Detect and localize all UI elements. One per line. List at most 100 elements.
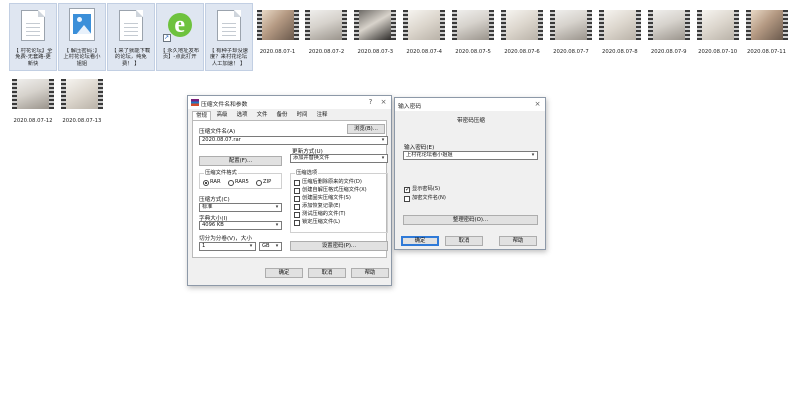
file-label: 2020.08.07-3 — [357, 49, 394, 55]
file-item[interactable]: 【 有种子却没速 度？来村花论坛 人工加速！ 】 — [204, 3, 253, 71]
archive-dialog-titlebar[interactable]: 压缩文件名和参数 ? × — [188, 96, 391, 109]
encrypt-names-checkbox[interactable] — [404, 196, 410, 202]
video-file-item[interactable]: 2020.08.07-9 — [645, 3, 693, 71]
file-label: 【 永久地址发布 页】-点此打开 — [160, 48, 200, 61]
organize-passwords-button[interactable]: 整理密码(O)... — [403, 215, 538, 225]
options-group: 压缩选项 压缩后删除原来的文件(D) 创建自解压格式压缩文件(X) 创建固实压缩… — [290, 170, 388, 233]
video-file-item[interactable]: 2020.08.07-13 — [58, 72, 106, 140]
split-size-value: 1 — [202, 243, 206, 249]
archive-ok-button[interactable]: 确定 — [265, 268, 303, 278]
video-thumbnail-icon — [305, 10, 348, 40]
document-icon — [21, 10, 45, 41]
chevron-down-icon: ▾ — [531, 152, 535, 158]
video-thumbnail-icon — [256, 10, 299, 40]
set-password-button[interactable]: 设置密码(P)... — [290, 241, 388, 251]
video-file-item[interactable]: 2020.08.07-8 — [596, 3, 644, 71]
file-item[interactable]: 【 来了就能下载 的论坛，纯免 费！ 】 — [106, 3, 155, 71]
test-label: 测试压缩的文件(T) — [302, 211, 346, 217]
video-file-item[interactable]: 2020.08.07-5 — [449, 3, 497, 71]
password-field[interactable]: 上村花论坛看小姐姐 ▾ — [403, 151, 538, 160]
video-thumbnail-icon — [12, 79, 54, 109]
file-label: 2020.08.07-6 — [504, 49, 540, 55]
zip-radio[interactable] — [256, 180, 262, 186]
help-icon[interactable]: ? — [365, 97, 376, 107]
archive-help-button[interactable]: 帮助 — [351, 268, 389, 278]
document-icon — [216, 10, 241, 41]
file-label: 2020.08.07-4 — [406, 49, 442, 55]
video-file-item[interactable]: 2020.08.07-4 — [400, 3, 448, 71]
solid-label: 创建固实压缩文件(S) — [302, 195, 351, 201]
video-thumbnail-icon — [354, 10, 397, 40]
file-label: 【 解压密码：】 上村花论坛看小 姐姐 — [63, 48, 101, 67]
tab-time[interactable]: 时间 — [293, 111, 311, 120]
video-thumbnail-icon — [452, 10, 495, 40]
video-file-item[interactable]: 2020.08.07-6 — [498, 3, 546, 71]
split-unit-select[interactable]: GB ▾ — [259, 242, 282, 251]
dict-value: 4096 KB — [202, 222, 224, 228]
tab-advanced[interactable]: 高级 — [213, 111, 231, 120]
rar-radio[interactable] — [203, 180, 209, 186]
video-thumbnail-icon — [647, 10, 690, 40]
video-file-item[interactable]: 2020.08.07-3 — [351, 3, 399, 71]
video-thumbnail-icon — [403, 10, 446, 40]
solid-checkbox[interactable] — [294, 196, 300, 202]
file-item[interactable]: e ↗ 【 永久地址发布 页】-点此打开 — [155, 3, 204, 71]
file-label: 【 村花论坛】全 免费-无套路-更 新快 — [13, 48, 53, 67]
tab-comment[interactable]: 注释 — [313, 111, 331, 120]
file-item[interactable]: 【 村花论坛】全 免费-无套路-更 新快 — [9, 3, 57, 71]
password-dialog-titlebar[interactable]: 输入密码 × — [395, 98, 545, 111]
lock-checkbox[interactable] — [294, 220, 300, 226]
show-password-label: 显示密码(S) — [412, 186, 441, 192]
video-file-item[interactable]: 2020.08.07-11 — [743, 3, 791, 71]
password-ok-button[interactable]: 确定 — [401, 236, 439, 246]
split-size-field[interactable]: 1 ▾ — [199, 242, 256, 251]
video-file-item[interactable]: 2020.08.07-2 — [302, 3, 350, 71]
browse-button[interactable]: 浏览(B)... — [347, 124, 385, 134]
video-file-item[interactable]: 2020.08.07-7 — [547, 3, 595, 71]
tab-files[interactable]: 文件 — [253, 111, 271, 120]
general-panel: 压缩文件名(A) 浏览(B)... 2020.08.07.rar ▾ 更新方式(… — [192, 120, 388, 258]
format-group: 压缩文件格式 RAR RAR5 ZIP — [199, 170, 282, 189]
file-label: 2020.08.07-5 — [455, 49, 491, 55]
split-unit-value: GB — [262, 243, 270, 249]
file-label: 【 有种子却没速 度？来村花论坛 人工加速！ 】 — [209, 48, 248, 67]
tab-backup[interactable]: 备份 — [273, 111, 291, 120]
sfx-checkbox[interactable] — [294, 188, 300, 194]
file-label: 2020.08.07-12 — [13, 118, 53, 124]
video-thumbnail-icon — [598, 10, 641, 40]
password-cancel-button[interactable]: 取消 — [445, 236, 483, 246]
recovery-checkbox[interactable] — [294, 204, 300, 210]
tab-general[interactable]: 常规 — [192, 111, 211, 120]
zip-label: ZIP — [263, 179, 272, 185]
video-file-item[interactable]: 2020.08.07-12 — [9, 72, 57, 140]
password-value: 上村花论坛看小姐姐 — [406, 152, 453, 158]
chevron-down-icon: ▾ — [275, 243, 279, 249]
rar-label: RAR — [210, 179, 221, 185]
file-label: 2020.08.07-8 — [601, 49, 638, 55]
split-label: 切分为分卷(V)，大小 — [199, 236, 252, 242]
archive-name-field[interactable]: 2020.08.07.rar ▾ — [199, 136, 388, 145]
chevron-down-icon: ▾ — [275, 204, 279, 210]
file-label: 【 来了就能下载 的论坛，纯免 费！ 】 — [111, 48, 151, 67]
file-label: 2020.08.07-9 — [650, 49, 687, 55]
dict-select[interactable]: 4096 KB ▾ — [199, 221, 282, 230]
file-item[interactable]: 【 解压密码：】 上村花论坛看小 姐姐 — [57, 3, 106, 71]
update-mode-select[interactable]: 添加并替换文件 ▾ — [290, 154, 388, 163]
profiles-button[interactable]: 配置(F)... — [199, 156, 282, 166]
archive-dialog: 压缩文件名和参数 ? × 常规 高级 选项 文件 备份 时间 注释 压缩文件名(… — [187, 95, 392, 286]
rar5-radio[interactable] — [228, 180, 234, 186]
delete-files-checkbox[interactable] — [294, 180, 300, 186]
show-password-checkbox[interactable]: ✓ — [404, 187, 410, 193]
close-icon[interactable]: × — [532, 99, 543, 109]
video-file-item[interactable]: 2020.08.07-1 — [254, 3, 302, 71]
close-icon[interactable]: × — [378, 97, 389, 107]
chevron-down-icon: ▾ — [275, 222, 279, 228]
password-help-button[interactable]: 帮助 — [499, 236, 537, 246]
video-file-item[interactable]: 2020.08.07-10 — [694, 3, 742, 71]
archive-cancel-button[interactable]: 取消 — [308, 268, 346, 278]
method-select[interactable]: 标准 ▾ — [199, 203, 282, 212]
test-checkbox[interactable] — [294, 212, 300, 218]
video-thumbnail-icon — [501, 10, 543, 40]
chevron-down-icon: ▾ — [249, 243, 253, 249]
tab-options[interactable]: 选项 — [233, 111, 251, 120]
